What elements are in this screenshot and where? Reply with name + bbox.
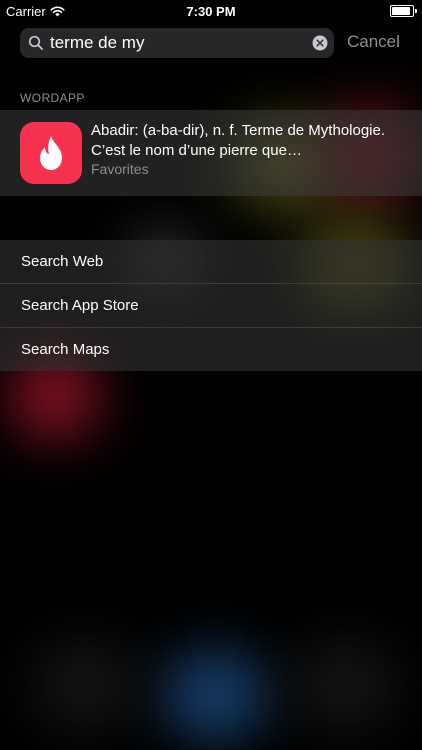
- status-time: 7:30 PM: [186, 4, 236, 19]
- search-bar: Cancel: [0, 28, 422, 58]
- app-icon: [20, 122, 82, 184]
- result-title: Abadir: (a-ba-dir), n. f. Terme de Mytho…: [91, 122, 386, 159]
- search-input[interactable]: [50, 28, 296, 58]
- battery-fill: [392, 7, 410, 15]
- clear-icon[interactable]: [312, 35, 328, 51]
- result-item[interactable]: Abadir: (a-ba-dir), n. f. Terme de Mytho…: [0, 110, 422, 196]
- search-web-option[interactable]: Search Web: [0, 240, 422, 284]
- flame-icon: [40, 136, 62, 170]
- search-maps-option[interactable]: Search Maps: [0, 328, 422, 371]
- search-app-store-option[interactable]: Search App Store: [0, 284, 422, 328]
- section-header: WORDAPP: [20, 91, 85, 105]
- status-bar: Carrier 7:30 PM: [0, 0, 422, 22]
- search-field[interactable]: [20, 28, 334, 58]
- result-subtitle: Favorites: [91, 161, 149, 177]
- search-icon: [28, 35, 43, 50]
- battery-icon: [390, 5, 417, 17]
- cancel-button[interactable]: Cancel: [347, 32, 400, 52]
- search-options-list: Search Web Search App Store Search Maps: [0, 240, 422, 371]
